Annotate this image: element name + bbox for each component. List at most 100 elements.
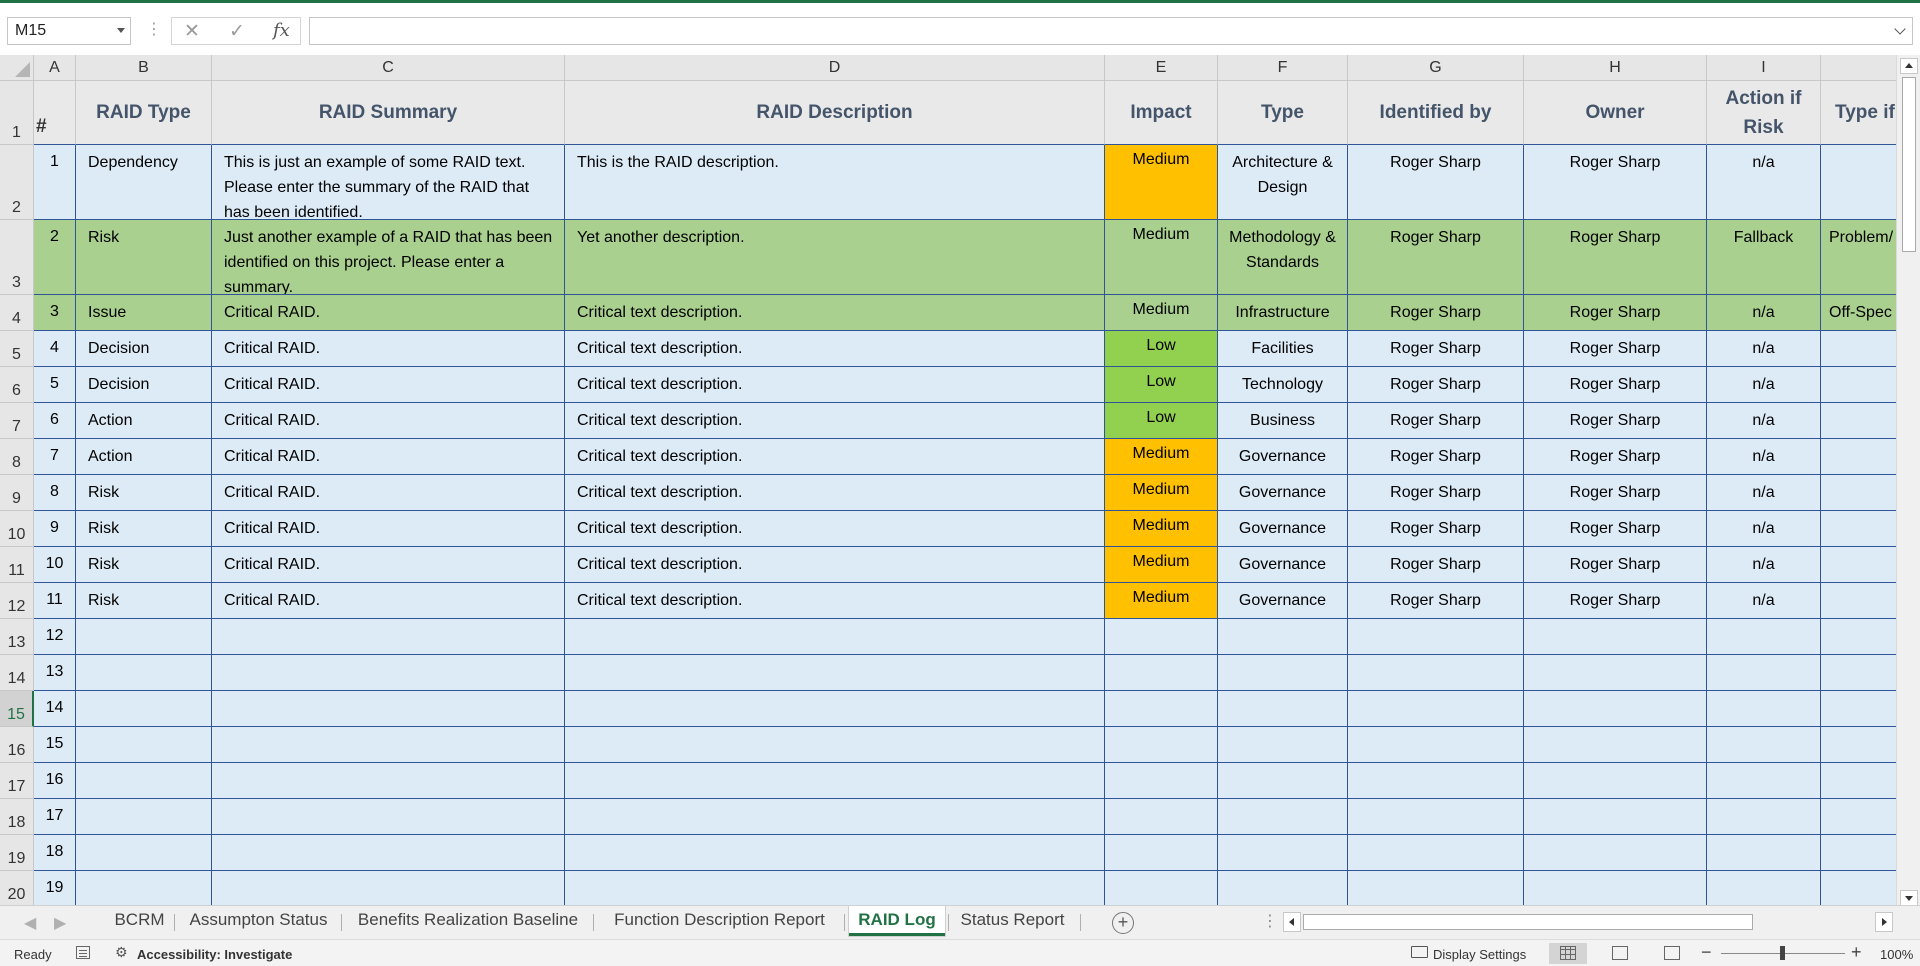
table-cell[interactable]: n/a <box>1707 145 1821 220</box>
table-cell[interactable]: n/a <box>1707 583 1821 619</box>
accessibility-icon[interactable]: ⚙ <box>115 944 128 961</box>
column-header[interactable]: I <box>1707 55 1821 81</box>
table-cell[interactable] <box>1348 619 1524 655</box>
table-cell[interactable] <box>1524 763 1707 799</box>
table-cell[interactable] <box>565 763 1105 799</box>
table-header-cell[interactable]: Action if Risk <box>1707 81 1821 145</box>
table-cell[interactable] <box>1707 763 1821 799</box>
table-cell[interactable]: Medium <box>1105 439 1218 475</box>
table-cell[interactable] <box>565 727 1105 763</box>
table-cell[interactable]: n/a <box>1707 511 1821 547</box>
formula-input[interactable] <box>309 17 1913 45</box>
table-cell[interactable] <box>1218 763 1348 799</box>
row-header[interactable]: 11 <box>0 547 34 583</box>
table-cell[interactable]: Medium <box>1105 295 1218 331</box>
table-cell[interactable] <box>76 691 212 727</box>
table-cell[interactable] <box>1707 655 1821 691</box>
table-cell[interactable]: Critical RAID. <box>212 547 565 583</box>
normal-view-button[interactable] <box>1549 943 1587 964</box>
table-cell[interactable]: Decision <box>76 331 212 367</box>
table-cell[interactable] <box>1348 799 1524 835</box>
sheet-tab[interactable]: Status Report <box>948 906 1077 936</box>
table-cell[interactable]: Roger Sharp <box>1524 295 1707 331</box>
table-cell[interactable]: 4 <box>34 331 76 367</box>
table-cell[interactable]: Medium <box>1105 475 1218 511</box>
sheet-tab[interactable]: RAID Log <box>849 906 945 936</box>
zoom-level[interactable]: 100% <box>1880 947 1913 962</box>
scroll-left-arrow[interactable] <box>1283 912 1301 932</box>
table-cell[interactable] <box>1707 835 1821 871</box>
macro-recording-icon[interactable] <box>76 946 90 959</box>
table-cell[interactable] <box>1218 619 1348 655</box>
table-cell[interactable]: Risk <box>76 583 212 619</box>
table-cell[interactable] <box>1524 871 1707 907</box>
table-cell[interactable]: 10 <box>34 547 76 583</box>
scroll-right-arrow[interactable] <box>1875 912 1893 932</box>
table-cell[interactable]: Methodology & Standards <box>1218 220 1348 295</box>
table-cell[interactable]: Low <box>1105 367 1218 403</box>
table-cell[interactable]: 1 <box>34 145 76 220</box>
table-cell[interactable] <box>1348 835 1524 871</box>
table-cell[interactable] <box>1524 727 1707 763</box>
table-cell[interactable]: Roger Sharp <box>1348 439 1524 475</box>
table-cell[interactable]: n/a <box>1707 331 1821 367</box>
table-cell[interactable] <box>1105 727 1218 763</box>
row-header[interactable]: 9 <box>0 475 34 511</box>
sheet-tab[interactable]: Assumpton Status <box>179 906 338 936</box>
table-header-cell[interactable]: Impact <box>1105 81 1218 145</box>
table-cell[interactable]: 8 <box>34 475 76 511</box>
scroll-thumb[interactable] <box>1902 77 1916 252</box>
table-cell[interactable] <box>212 727 565 763</box>
table-cell[interactable] <box>1105 871 1218 907</box>
table-cell[interactable]: Roger Sharp <box>1524 145 1707 220</box>
table-cell[interactable]: 3 <box>34 295 76 331</box>
row-header[interactable]: 6 <box>0 367 34 403</box>
table-cell[interactable] <box>1348 727 1524 763</box>
table-cell[interactable]: Roger Sharp <box>1524 511 1707 547</box>
table-cell[interactable]: Roger Sharp <box>1348 583 1524 619</box>
column-header[interactable]: E <box>1105 55 1218 81</box>
table-cell[interactable]: Critical text description. <box>565 511 1105 547</box>
table-cell[interactable]: Critical RAID. <box>212 367 565 403</box>
table-cell[interactable]: Roger Sharp <box>1524 220 1707 295</box>
table-cell[interactable]: Medium <box>1105 511 1218 547</box>
table-cell[interactable] <box>1348 871 1524 907</box>
table-cell[interactable]: n/a <box>1707 295 1821 331</box>
table-cell[interactable]: Governance <box>1218 547 1348 583</box>
table-cell[interactable]: Infrastructure <box>1218 295 1348 331</box>
table-cell[interactable] <box>1348 763 1524 799</box>
next-sheet-arrow[interactable]: ▶ <box>54 913 66 933</box>
table-cell[interactable]: Facilities <box>1218 331 1348 367</box>
table-cell[interactable]: 18 <box>34 835 76 871</box>
table-cell[interactable]: Governance <box>1218 583 1348 619</box>
table-cell[interactable]: 11 <box>34 583 76 619</box>
table-cell[interactable] <box>1105 799 1218 835</box>
table-cell[interactable]: n/a <box>1707 475 1821 511</box>
prev-sheet-arrow[interactable]: ◀ <box>24 913 36 933</box>
row-header[interactable]: 2 <box>0 145 34 220</box>
table-cell[interactable]: Critical RAID. <box>212 403 565 439</box>
table-cell[interactable] <box>1218 799 1348 835</box>
table-cell[interactable] <box>1707 871 1821 907</box>
row-header[interactable]: 10 <box>0 511 34 547</box>
table-header-cell[interactable]: Type <box>1218 81 1348 145</box>
table-cell[interactable] <box>76 763 212 799</box>
more-options-icon[interactable]: ⋮ <box>1262 911 1278 931</box>
column-header[interactable]: F <box>1218 55 1348 81</box>
table-cell[interactable]: Roger Sharp <box>1524 583 1707 619</box>
table-cell[interactable] <box>565 655 1105 691</box>
row-header[interactable]: 18 <box>0 799 34 835</box>
table-cell[interactable]: 6 <box>34 403 76 439</box>
table-cell[interactable] <box>1707 799 1821 835</box>
table-cell[interactable]: 9 <box>34 511 76 547</box>
table-cell[interactable]: Risk <box>76 547 212 583</box>
display-settings-icon[interactable] <box>1411 946 1428 958</box>
row-header[interactable]: 7 <box>0 403 34 439</box>
table-cell[interactable] <box>1348 691 1524 727</box>
table-cell[interactable]: Issue <box>76 295 212 331</box>
table-cell[interactable]: Critical RAID. <box>212 583 565 619</box>
table-cell[interactable]: 19 <box>34 871 76 907</box>
table-cell[interactable]: Roger Sharp <box>1348 295 1524 331</box>
row-header[interactable]: 3 <box>0 220 34 295</box>
table-cell[interactable]: Governance <box>1218 511 1348 547</box>
